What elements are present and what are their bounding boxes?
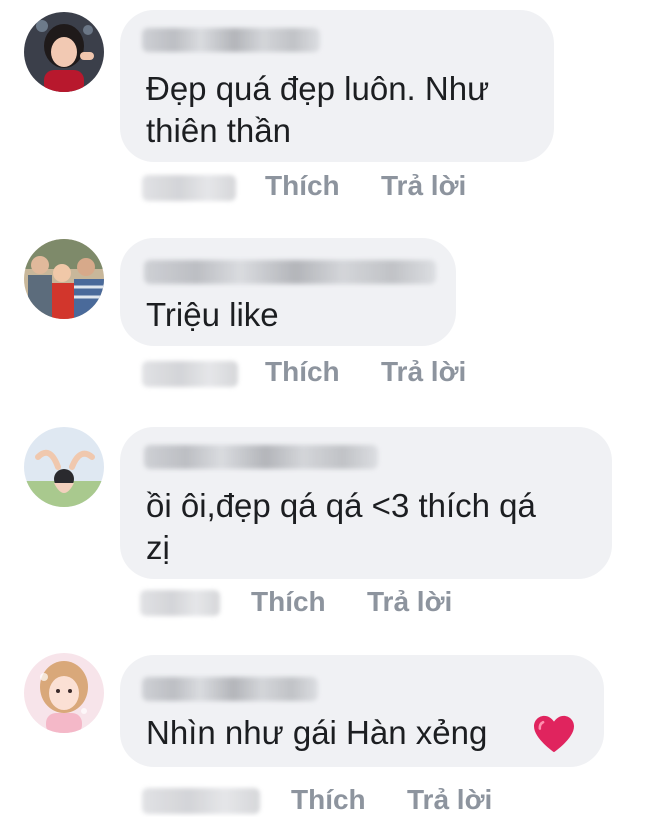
timestamp[interactable] <box>142 175 236 201</box>
comment-item: Triệu like Thích Trả lời <box>0 225 660 395</box>
author-name[interactable] <box>144 445 378 469</box>
author-name[interactable] <box>142 677 318 701</box>
timestamp[interactable] <box>142 788 260 814</box>
author-name[interactable] <box>144 260 436 284</box>
reply-link[interactable]: Trả lời <box>367 585 452 619</box>
author-name[interactable] <box>142 28 320 52</box>
comment-text: Nhìn như gái Hàn xẻng <box>146 714 488 751</box>
avatar[interactable] <box>24 12 104 92</box>
comment-item: Nhìn như gái Hàn xẻng Thích Trả lời <box>0 645 660 817</box>
comment-bubble: ồi ôi,đẹp qá qá <3 thích qá zị <box>120 427 612 579</box>
timestamp[interactable] <box>142 361 238 387</box>
comment-text: ồi ôi,đẹp qá qá <3 thích qá zị <box>146 487 536 566</box>
comment-item: ồi ôi,đẹp qá qá <3 thích qá zị Thích Trả… <box>0 415 660 635</box>
user-photo-icon <box>24 12 104 92</box>
user-photo-icon <box>24 239 104 319</box>
comment-item: Đẹp quá đẹp luôn. Như thiên thần Thích T… <box>0 0 660 205</box>
reply-link[interactable]: Trả lời <box>381 169 466 203</box>
avatar[interactable] <box>24 427 104 507</box>
comment-bubble: Đẹp quá đẹp luôn. Như thiên thần <box>120 10 554 162</box>
like-link[interactable]: Thích <box>265 355 340 389</box>
like-link[interactable]: Thích <box>251 585 326 619</box>
reply-link[interactable]: Trả lời <box>381 355 466 389</box>
user-photo-icon <box>24 653 104 733</box>
comment-bubble: Triệu like <box>120 238 456 346</box>
comment-text: Đẹp quá đẹp luôn. Như thiên thần <box>146 70 490 149</box>
comment-text: Triệu like <box>146 296 279 333</box>
comment-bubble: Nhìn như gái Hàn xẻng <box>120 655 604 767</box>
avatar[interactable] <box>24 239 104 319</box>
user-photo-icon <box>24 427 104 507</box>
red-heart-icon <box>534 715 574 753</box>
timestamp[interactable] <box>140 590 220 616</box>
avatar[interactable] <box>24 653 104 733</box>
reply-link[interactable]: Trả lời <box>407 783 492 817</box>
like-link[interactable]: Thích <box>265 169 340 203</box>
like-link[interactable]: Thích <box>291 783 366 817</box>
